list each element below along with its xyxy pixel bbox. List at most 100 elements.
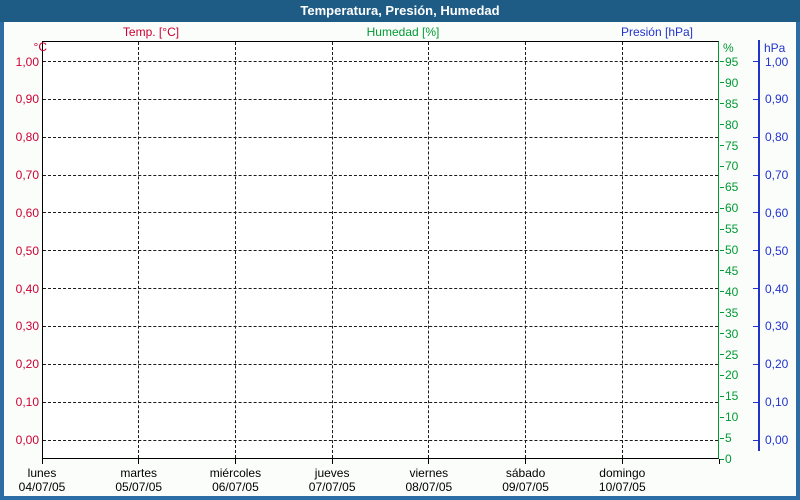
pressure-tick-mark <box>753 363 758 365</box>
pressure-tick-mark <box>753 250 758 252</box>
humidity-tick-label: 55 <box>725 222 739 237</box>
h-gridline <box>43 401 718 403</box>
humidity-tick-label: 30 <box>725 326 739 341</box>
day-date-label: 06/07/05 <box>212 480 259 494</box>
humidity-tick-mark <box>720 103 724 105</box>
h-gridline <box>43 250 718 252</box>
v-gridline <box>621 42 623 458</box>
day-tick-mark <box>621 459 623 464</box>
day-name-label: domingo <box>599 466 646 480</box>
humidity-tick-label: 75 <box>725 138 739 153</box>
day-date-label: 09/07/05 <box>502 480 549 494</box>
v-gridline <box>525 42 527 458</box>
humidity-tick-label: 70 <box>725 159 739 174</box>
day-date-label: 07/07/05 <box>308 480 356 494</box>
pressure-tick-mark <box>753 288 758 290</box>
pressure-tick-label: 1,00 <box>765 54 789 69</box>
pressure-tick-mark <box>753 439 758 441</box>
day-tick-mark <box>428 459 430 464</box>
humidity-tick-mark <box>720 291 724 293</box>
pressure-tick-mark <box>753 136 758 138</box>
humidity-tick-mark <box>720 165 724 167</box>
pressure-tick-mark <box>753 325 758 327</box>
day-name-label: miércoles <box>209 466 262 480</box>
day-name-label: lunes <box>27 466 57 480</box>
day-tick-mark <box>41 459 43 464</box>
h-gridline <box>43 363 718 365</box>
pressure-tick-label: 0,80 <box>765 130 789 145</box>
humidity-tick-label: 65 <box>725 180 739 195</box>
h-gridline <box>43 325 718 327</box>
pressure-tick-label: 0,00 <box>765 433 789 447</box>
h-gridline <box>43 439 718 441</box>
humidity-axis-unit-label: % <box>723 41 734 55</box>
h-gridline <box>43 288 718 290</box>
temp-tick-label: 0,10 <box>15 395 39 410</box>
pressure-tick-label: 0,90 <box>765 92 789 107</box>
humidity-tick-mark <box>720 458 724 460</box>
humidity-tick-mark <box>720 249 724 251</box>
pressure-tick-mark <box>753 212 758 214</box>
temp-tick-label: 0,60 <box>15 205 39 220</box>
day-name-label: martes <box>120 466 158 480</box>
humidity-tick-label: 85 <box>725 96 739 111</box>
pressure-tick-label: 0,10 <box>765 395 789 410</box>
day-name-label: sábado <box>505 466 546 480</box>
humidity-tick-label: 5 <box>725 431 732 446</box>
pressure-tick-mark <box>753 174 758 176</box>
pressure-axis-unit-label: hPa <box>764 41 786 55</box>
humidity-tick-label: 50 <box>725 243 739 257</box>
humidity-tick-label: 95 <box>725 54 739 69</box>
day-date-label: 04/07/05 <box>18 480 66 494</box>
temp-tick-label: 0,80 <box>15 130 39 145</box>
day-tick-mark <box>525 459 527 464</box>
day-tick-mark <box>234 459 236 464</box>
humidity-tick-label: 80 <box>725 117 739 132</box>
humidity-tick-label: 35 <box>725 305 739 320</box>
v-gridline <box>428 42 430 458</box>
humidity-tick-label: 10 <box>725 410 739 425</box>
v-gridline <box>138 42 140 458</box>
humidity-tick-mark <box>720 437 724 439</box>
day-name-label: viernes <box>409 466 449 480</box>
humidity-tick-mark <box>720 228 724 230</box>
humidity-tick-mark <box>720 312 724 314</box>
day-tick-mark <box>138 459 140 464</box>
humidity-tick-label: 90 <box>725 75 739 90</box>
h-gridline <box>43 136 718 138</box>
temp-tick-label: 0,70 <box>15 168 39 183</box>
day-name-label: jueves <box>314 466 350 480</box>
day-date-label: 10/07/05 <box>598 480 646 494</box>
humidity-tick-mark <box>720 374 724 376</box>
day-date-label: 08/07/05 <box>405 480 453 494</box>
weather-chart-window: Temperatura, Presión, Humedad Temp. [°C]… <box>0 0 800 500</box>
day-tick-mark <box>718 459 720 464</box>
humidity-tick-mark <box>720 354 724 355</box>
humidity-tick-mark <box>720 145 724 146</box>
pressure-tick-label: 0,50 <box>765 243 789 258</box>
temp-tick-label: 0,30 <box>15 319 39 334</box>
humidity-tick-mark <box>720 186 724 188</box>
humidity-tick-mark <box>720 416 724 418</box>
humidity-tick-mark <box>720 61 724 63</box>
h-gridline <box>43 98 718 100</box>
humidity-tick-label: 60 <box>725 201 739 216</box>
chart-canvas: 1,00 0,90 0,80 0,70 0,60 0,50 0,40 0,30 0,20 0,10… <box>0 0 800 500</box>
humidity-tick-mark <box>720 82 724 84</box>
humidity-tick-mark <box>720 395 724 397</box>
humidity-tick-label: 45 <box>725 263 739 278</box>
pressure-tick-label: 0,70 <box>765 168 789 183</box>
humidity-tick-label: 20 <box>725 368 739 383</box>
pressure-tick-mark <box>753 401 758 403</box>
h-gridline <box>43 174 718 176</box>
pressure-tick-mark <box>753 61 758 62</box>
temp-tick-label: 0,00 <box>15 433 39 447</box>
pressure-tick-label: 0,40 <box>765 281 789 296</box>
v-gridline <box>331 42 333 458</box>
temp-axis-unit-label: °C <box>33 40 47 54</box>
temp-tick-label: 0,40 <box>15 281 39 296</box>
pressure-tick-label: 0,20 <box>765 357 789 372</box>
humidity-tick-label: 0 <box>725 452 732 466</box>
temp-tick-label: 0,90 <box>15 92 39 107</box>
temp-tick-label: 1,00 <box>15 54 39 69</box>
